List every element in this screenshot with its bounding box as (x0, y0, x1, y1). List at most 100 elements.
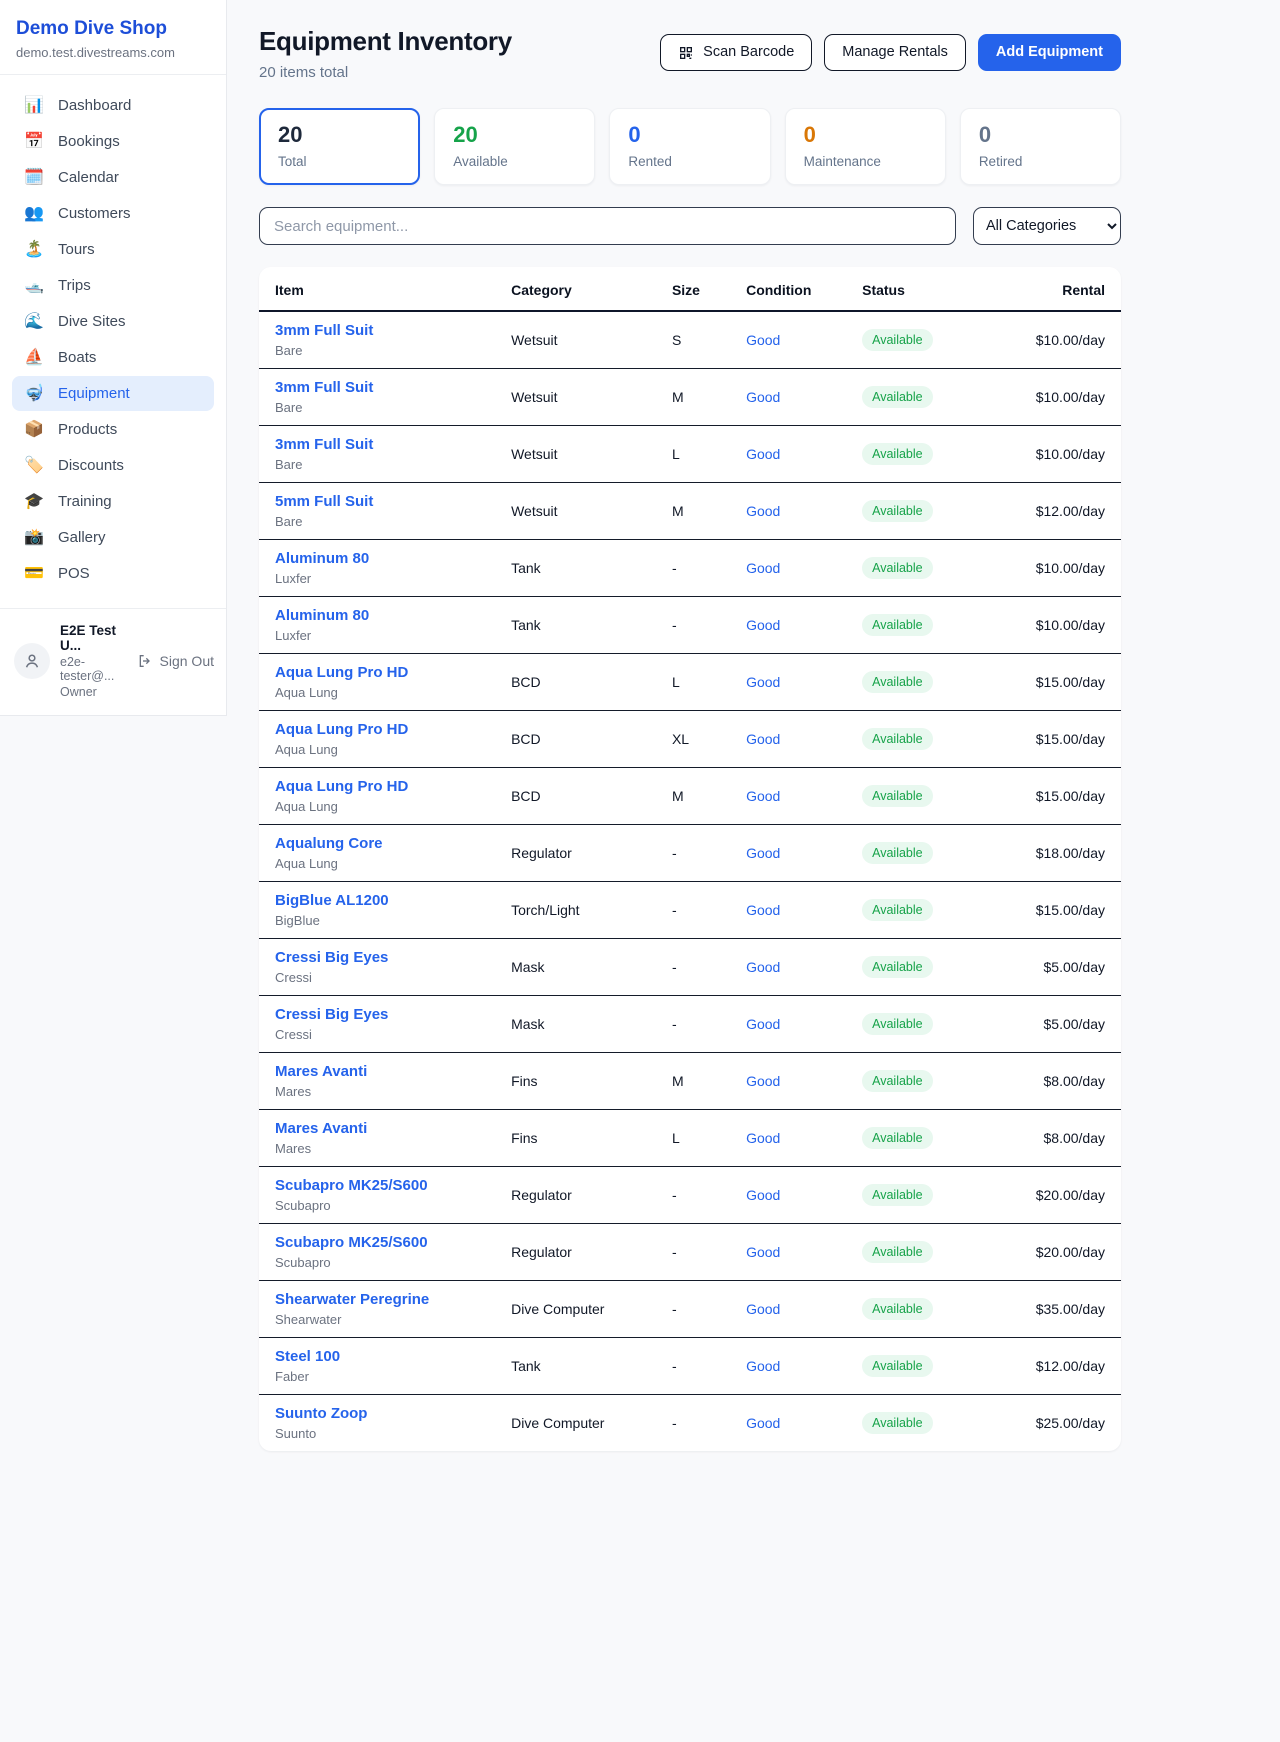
item-name-link[interactable]: 3mm Full Suit (275, 436, 495, 453)
sailboat-icon: ⛵ (24, 350, 44, 366)
item-brand: Aqua Lung (275, 856, 495, 871)
rental-cell: $15.00/day (1028, 654, 1121, 711)
condition-link[interactable]: Good (746, 332, 780, 348)
condition-link[interactable]: Good (746, 902, 780, 918)
column-header-rental: Rental (1028, 267, 1121, 311)
scan-barcode-label: Scan Barcode (703, 44, 794, 61)
item-brand: Scubapro (275, 1255, 495, 1270)
condition-link[interactable]: Good (746, 1130, 780, 1146)
table-row: Cressi Big Eyes Cressi Mask - Good Avail… (259, 939, 1121, 996)
sidebar-item-tours[interactable]: 🏝️ Tours (12, 232, 214, 267)
item-name-link[interactable]: Scubapro MK25/S600 (275, 1177, 495, 1194)
sidebar-item-dashboard[interactable]: 📊 Dashboard (12, 88, 214, 123)
status-badge: Available (862, 329, 933, 351)
stat-card-rented[interactable]: 0 Rented (609, 108, 770, 185)
table-row: Cressi Big Eyes Cressi Mask - Good Avail… (259, 996, 1121, 1053)
category-cell: Wetsuit (503, 483, 664, 540)
item-cell: Scubapro MK25/S600 Scubapro (259, 1167, 503, 1224)
sidebar-item-products[interactable]: 📦 Products (12, 412, 214, 447)
item-name-link[interactable]: Cressi Big Eyes (275, 1006, 495, 1023)
table-row: Aqua Lung Pro HD Aqua Lung BCD L Good Av… (259, 654, 1121, 711)
sidebar-item-gallery[interactable]: 📸 Gallery (12, 520, 214, 555)
item-name-link[interactable]: Aqua Lung Pro HD (275, 664, 495, 681)
condition-link[interactable]: Good (746, 788, 780, 804)
condition-link[interactable]: Good (746, 1187, 780, 1203)
category-cell: Wetsuit (503, 426, 664, 483)
table-row: Aluminum 80 Luxfer Tank - Good Available… (259, 540, 1121, 597)
item-name-link[interactable]: 5mm Full Suit (275, 493, 495, 510)
condition-link[interactable]: Good (746, 1358, 780, 1374)
status-badge: Available (862, 443, 933, 465)
sidebar-item-customers[interactable]: 👥 Customers (12, 196, 214, 231)
sidebar-item-calendar[interactable]: 🗓️ Calendar (12, 160, 214, 195)
stat-value: 0 (979, 122, 1102, 148)
sidebar-item-trips[interactable]: 🛥️ Trips (12, 268, 214, 303)
condition-link[interactable]: Good (746, 845, 780, 861)
condition-link[interactable]: Good (746, 1244, 780, 1260)
item-name-link[interactable]: 3mm Full Suit (275, 322, 495, 339)
item-name-link[interactable]: Aqua Lung Pro HD (275, 721, 495, 738)
condition-link[interactable]: Good (746, 503, 780, 519)
item-name-link[interactable]: Steel 100 (275, 1348, 495, 1365)
condition-link[interactable]: Good (746, 560, 780, 576)
sidebar-item-dive-sites[interactable]: 🌊 Dive Sites (12, 304, 214, 339)
stat-card-total[interactable]: 20 Total (259, 108, 420, 185)
condition-link[interactable]: Good (746, 1415, 780, 1431)
sidebar-item-discounts[interactable]: 🏷️ Discounts (12, 448, 214, 483)
condition-link[interactable]: Good (746, 617, 780, 633)
item-name-link[interactable]: Aqua Lung Pro HD (275, 778, 495, 795)
sidebar-item-bookings[interactable]: 📅 Bookings (12, 124, 214, 159)
condition-link[interactable]: Good (746, 1301, 780, 1317)
item-name-link[interactable]: Aluminum 80 (275, 550, 495, 567)
category-filter-select[interactable]: All Categories (973, 207, 1121, 245)
item-name-link[interactable]: BigBlue AL1200 (275, 892, 495, 909)
condition-link[interactable]: Good (746, 1016, 780, 1032)
item-brand: Scubapro (275, 1198, 495, 1213)
rental-cell: $10.00/day (1028, 540, 1121, 597)
condition-link[interactable]: Good (746, 959, 780, 975)
condition-link[interactable]: Good (746, 389, 780, 405)
add-equipment-button[interactable]: Add Equipment (978, 34, 1121, 71)
item-name-link[interactable]: Mares Avanti (275, 1120, 495, 1137)
item-name-link[interactable]: Shearwater Peregrine (275, 1291, 495, 1308)
rental-cell: $10.00/day (1028, 426, 1121, 483)
search-input[interactable] (259, 207, 956, 245)
item-name-link[interactable]: 3mm Full Suit (275, 379, 495, 396)
status-cell: Available (854, 311, 1028, 369)
status-cell: Available (854, 540, 1028, 597)
condition-link[interactable]: Good (746, 446, 780, 462)
stat-card-available[interactable]: 20 Available (434, 108, 595, 185)
user-email: e2e-tester@... (60, 655, 127, 683)
item-name-link[interactable]: Suunto Zoop (275, 1405, 495, 1422)
item-name-link[interactable]: Cressi Big Eyes (275, 949, 495, 966)
scan-barcode-button[interactable]: Scan Barcode (660, 34, 812, 71)
filters-row: All Categories (259, 207, 1121, 245)
manage-rentals-button[interactable]: Manage Rentals (824, 34, 966, 71)
condition-cell: Good (738, 311, 854, 369)
user-meta: E2E Test U... e2e-tester@... Owner (60, 623, 127, 699)
main-area: Equipment Inventory 20 items total Scan … (227, 0, 1280, 1491)
condition-link[interactable]: Good (746, 1073, 780, 1089)
people-icon: 👥 (24, 206, 44, 222)
item-brand: BigBlue (275, 913, 495, 928)
sidebar-item-label: Customers (58, 205, 131, 222)
content: Equipment Inventory 20 items total Scan … (259, 26, 1121, 1451)
sidebar-item-training[interactable]: 🎓 Training (12, 484, 214, 519)
condition-link[interactable]: Good (746, 674, 780, 690)
table-header: Item Category Size Condition Status Rent… (259, 267, 1121, 311)
item-brand: Suunto (275, 1426, 495, 1441)
rental-cell: $5.00/day (1028, 939, 1121, 996)
sidebar-item-pos[interactable]: 💳 POS (12, 556, 214, 591)
sidebar-item-boats[interactable]: ⛵ Boats (12, 340, 214, 375)
stat-card-retired[interactable]: 0 Retired (960, 108, 1121, 185)
stat-card-maintenance[interactable]: 0 Maintenance (785, 108, 946, 185)
item-name-link[interactable]: Aluminum 80 (275, 607, 495, 624)
item-name-link[interactable]: Scubapro MK25/S600 (275, 1234, 495, 1251)
sign-out-button[interactable]: Sign Out (137, 653, 214, 669)
wave-icon: 🌊 (24, 314, 44, 330)
condition-link[interactable]: Good (746, 731, 780, 747)
sidebar-item-equipment[interactable]: 🤿 Equipment (12, 376, 214, 411)
rental-cell: $18.00/day (1028, 825, 1121, 882)
item-name-link[interactable]: Aqualung Core (275, 835, 495, 852)
item-name-link[interactable]: Mares Avanti (275, 1063, 495, 1080)
